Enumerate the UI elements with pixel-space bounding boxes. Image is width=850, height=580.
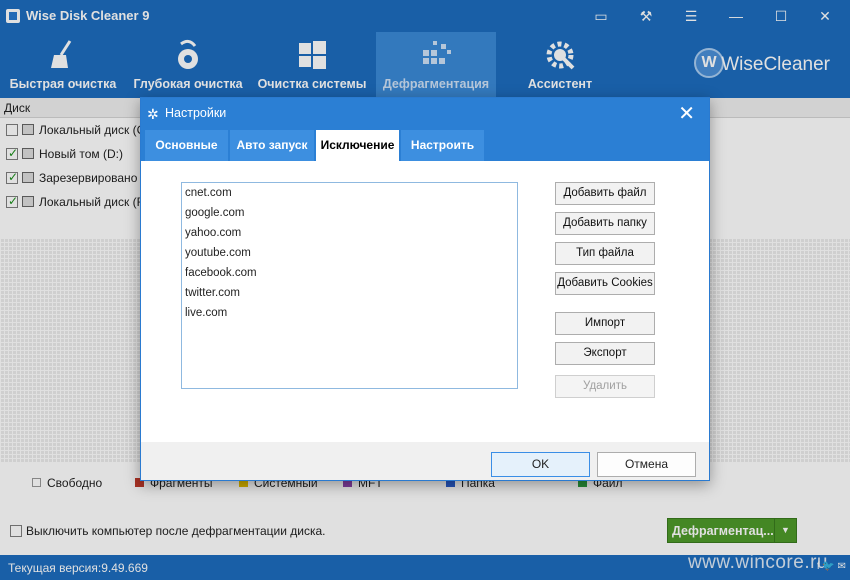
tab-autostart[interactable]: Авто запуск xyxy=(230,130,315,161)
add-file-button[interactable]: Добавить файл xyxy=(555,182,655,205)
close-icon[interactable]: ✕ xyxy=(678,102,695,126)
import-button[interactable]: Импорт xyxy=(555,312,655,335)
list-item[interactable]: cnet.com xyxy=(185,186,517,206)
list-item[interactable]: facebook.com xyxy=(185,266,517,286)
list-item[interactable]: youtube.com xyxy=(185,246,517,266)
exclusion-list[interactable]: cnet.com google.com yahoo.com youtube.co… xyxy=(181,182,518,389)
file-type-button[interactable]: Тип файла xyxy=(555,242,655,265)
tab-general[interactable]: Основные xyxy=(145,130,229,161)
settings-dialog: ✲ Настройки ✕ Основные Авто запуск Исклю… xyxy=(140,97,710,481)
dialog-title: Настройки xyxy=(165,106,227,120)
add-folder-button[interactable]: Добавить папку xyxy=(555,212,655,235)
tab-customize[interactable]: Настроить xyxy=(401,130,485,161)
dialog-footer: OK Отмена xyxy=(141,442,709,480)
gear-icon: ✲ xyxy=(147,106,159,122)
list-item[interactable]: yahoo.com xyxy=(185,226,517,246)
list-item[interactable]: live.com xyxy=(185,306,517,326)
tab-exclusion[interactable]: Исключение xyxy=(316,130,400,161)
delete-button[interactable]: Удалить xyxy=(555,375,655,398)
export-button[interactable]: Экспорт xyxy=(555,342,655,365)
dialog-header: ✲ Настройки ✕ Основные Авто запуск Исклю… xyxy=(141,98,709,161)
list-item[interactable]: google.com xyxy=(185,206,517,226)
add-cookies-button[interactable]: Добавить Cookies xyxy=(555,272,655,295)
list-item[interactable]: twitter.com xyxy=(185,286,517,306)
cancel-button[interactable]: Отмена xyxy=(597,452,696,477)
ok-button[interactable]: OK xyxy=(491,452,590,477)
